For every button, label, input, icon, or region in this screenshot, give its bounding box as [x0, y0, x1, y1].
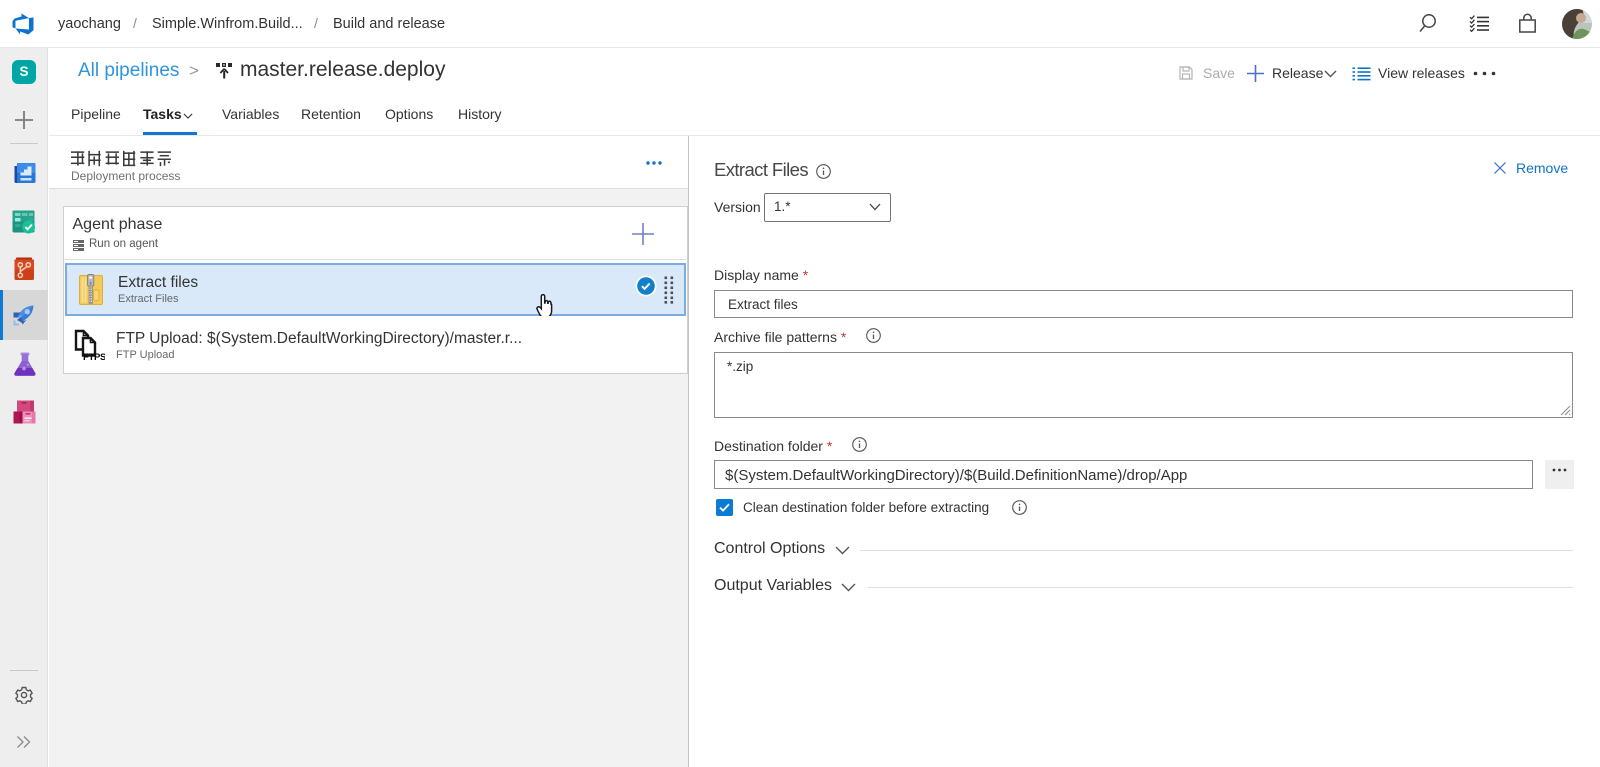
svg-text:FTPS: FTPS: [83, 352, 105, 361]
